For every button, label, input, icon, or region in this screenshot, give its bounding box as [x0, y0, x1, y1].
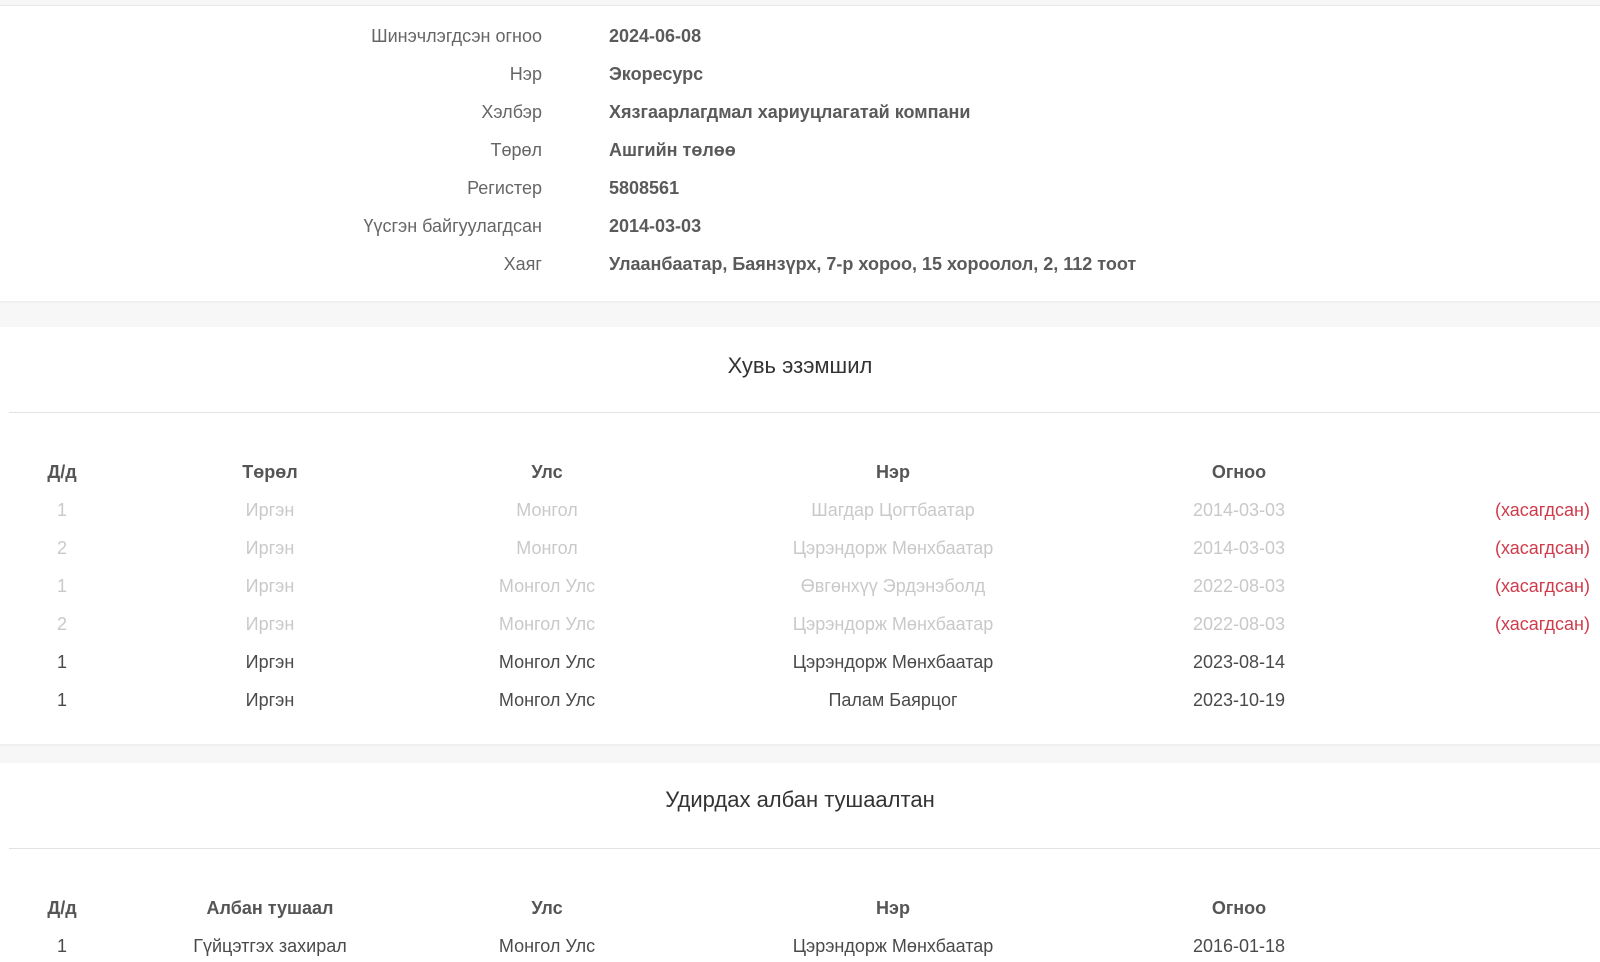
- cell-number: 1: [56, 576, 67, 596]
- cell-country: Монгол Улс: [498, 690, 596, 710]
- cell-number: 2: [56, 614, 67, 634]
- info-label: Регистер: [467, 178, 542, 198]
- cell-name: Палам Баярцог: [828, 690, 958, 710]
- cell-number: 1: [56, 936, 67, 956]
- section-title: Хувь эзэмшил: [727, 353, 873, 378]
- table-row: 1 Иргэн Монгол Шагдар Цогтбаатар 2014-03…: [0, 491, 1600, 529]
- table-row: 1 Иргэн Монгол Улс Өвгөнхүү Эрдэнэболд 2…: [0, 567, 1600, 605]
- info-label: Үүсгэн байгуулагдсан: [363, 216, 542, 236]
- officers-table: Д/д Албан тушаал Улс Нэр Огноо 1 Гүйцэтг…: [0, 889, 1600, 962]
- cell-type: Иргэн: [245, 614, 295, 634]
- cell-type: Иргэн: [245, 500, 295, 520]
- ownership-table: Д/д Төрөл Улс Нэр Огноо 1 Иргэн Монгол Ш…: [0, 453, 1600, 719]
- removed-status-label: (хасагдсан): [1494, 538, 1590, 558]
- cell-country: Монгол Улс: [498, 936, 596, 956]
- cell-country: Монгол Улс: [498, 576, 596, 596]
- info-row-updated-date: Шинэчлэгдсэн огноо 2024-06-08: [0, 17, 1600, 55]
- section-title: Удирдах албан тушаалтан: [665, 787, 935, 812]
- table-header-row: Д/д Албан тушаал Улс Нэр Огноо: [0, 889, 1600, 927]
- column-header: Огноо: [1211, 898, 1267, 918]
- company-info-card: Шинэчлэгдсэн огноо 2024-06-08 Нэр Экорес…: [0, 5, 1600, 301]
- cell-name: Цэрэндорж Мөнхбаатар: [792, 936, 994, 956]
- removed-status-label: (хасагдсан): [1494, 576, 1590, 596]
- info-row-register: Регистер 5808561: [0, 169, 1600, 207]
- column-header: Нэр: [876, 462, 910, 482]
- cell-country: Монгол: [516, 538, 578, 558]
- cell-date: 2016-01-18: [1192, 936, 1286, 956]
- cell-name: Цэрэндорж Мөнхбаатар: [792, 538, 994, 558]
- company-detail-page: Шинэчлэгдсэн огноо 2024-06-08 Нэр Экорес…: [0, 0, 1600, 962]
- column-header: Төрөл: [242, 462, 298, 482]
- divider: [9, 412, 1600, 413]
- info-value: Улаанбаатар, Баянзүрх, 7-р хороо, 15 хор…: [609, 254, 1137, 274]
- cell-position: Гүйцэтгэх захирал: [193, 936, 347, 956]
- removed-status-label: (хасагдсан): [1494, 500, 1590, 520]
- table-row: 1 Иргэн Монгол Улс Цэрэндорж Мөнхбаатар …: [0, 643, 1600, 681]
- cell-number: 1: [56, 690, 67, 710]
- cell-number: 1: [56, 652, 67, 672]
- cell-name: Цэрэндорж Мөнхбаатар: [792, 652, 994, 672]
- info-label: Нэр: [509, 64, 542, 84]
- info-value: Хязгаарлагдмал хариуцлагатай компани: [609, 102, 971, 122]
- table-header-row: Д/д Төрөл Улс Нэр Огноо: [0, 453, 1600, 491]
- cell-type: Иргэн: [245, 538, 295, 558]
- info-label: Хаяг: [503, 254, 542, 274]
- info-value: 2024-06-08: [609, 26, 702, 46]
- cell-name: Шагдар Цогтбаатар: [811, 500, 975, 520]
- column-header: Улс: [531, 898, 563, 918]
- cell-date: 2023-08-14: [1192, 652, 1286, 672]
- info-label: Шинэчлэгдсэн огноо: [371, 26, 542, 46]
- column-header: Улс: [531, 462, 563, 482]
- column-header: Албан тушаал: [206, 898, 334, 918]
- column-header: Нэр: [876, 898, 910, 918]
- info-row-founded: Үүсгэн байгуулагдсан 2014-03-03: [0, 207, 1600, 245]
- cell-type: Иргэн: [245, 576, 295, 596]
- divider: [9, 848, 1600, 849]
- cell-name: Цэрэндорж Мөнхбаатар: [792, 614, 994, 634]
- column-header: Огноо: [1211, 462, 1267, 482]
- column-header: Д/д: [47, 898, 77, 918]
- table-row: 2 Иргэн Монгол Цэрэндорж Мөнхбаатар 2014…: [0, 529, 1600, 567]
- table-row: 2 Иргэн Монгол Улс Цэрэндорж Мөнхбаатар …: [0, 605, 1600, 643]
- cell-type: Иргэн: [245, 690, 295, 710]
- cell-country: Монгол Улс: [498, 614, 596, 634]
- cell-country: Монгол Улс: [498, 652, 596, 672]
- cell-name: Өвгөнхүү Эрдэнэболд: [800, 576, 986, 596]
- info-value: 5808561: [609, 178, 680, 198]
- info-row-type: Төрөл Ашгийн төлөө: [0, 131, 1600, 169]
- cell-type: Иргэн: [245, 652, 295, 672]
- info-row-form: Хэлбэр Хязгаарлагдмал хариуцлагатай комп…: [0, 93, 1600, 131]
- cell-date: 2014-03-03: [1192, 538, 1286, 558]
- ownership-card: Хувь эзэмшил Д/д Төрөл Улс Нэр Огноо 1 И…: [0, 327, 1600, 744]
- info-label: Төрөл: [490, 140, 542, 160]
- table-row: 1 Иргэн Монгол Улс Палам Баярцог 2023-10…: [0, 681, 1600, 719]
- cell-date: 2022-08-03: [1192, 576, 1286, 596]
- column-header: Д/д: [47, 462, 77, 482]
- info-value: 2014-03-03: [609, 216, 702, 236]
- table-row: 1 Гүйцэтгэх захирал Монгол Улс Цэрэндорж…: [0, 927, 1600, 962]
- info-row-name: Нэр Экоресурс: [0, 55, 1600, 93]
- info-row-address: Хаяг Улаанбаатар, Баянзүрх, 7-р хороо, 1…: [0, 245, 1600, 283]
- info-label: Хэлбэр: [481, 102, 542, 122]
- cell-date: 2023-10-19: [1192, 690, 1286, 710]
- removed-status-label: (хасагдсан): [1494, 614, 1590, 634]
- cell-number: 2: [56, 538, 67, 558]
- cell-country: Монгол: [516, 500, 578, 520]
- officers-card: Удирдах албан тушаалтан Д/д Албан тушаал…: [0, 763, 1600, 962]
- info-value: Экоресурс: [609, 64, 704, 84]
- cell-date: 2022-08-03: [1192, 614, 1286, 634]
- cell-date: 2014-03-03: [1192, 500, 1286, 520]
- cell-number: 1: [56, 500, 67, 520]
- info-value: Ашгийн төлөө: [609, 140, 736, 160]
